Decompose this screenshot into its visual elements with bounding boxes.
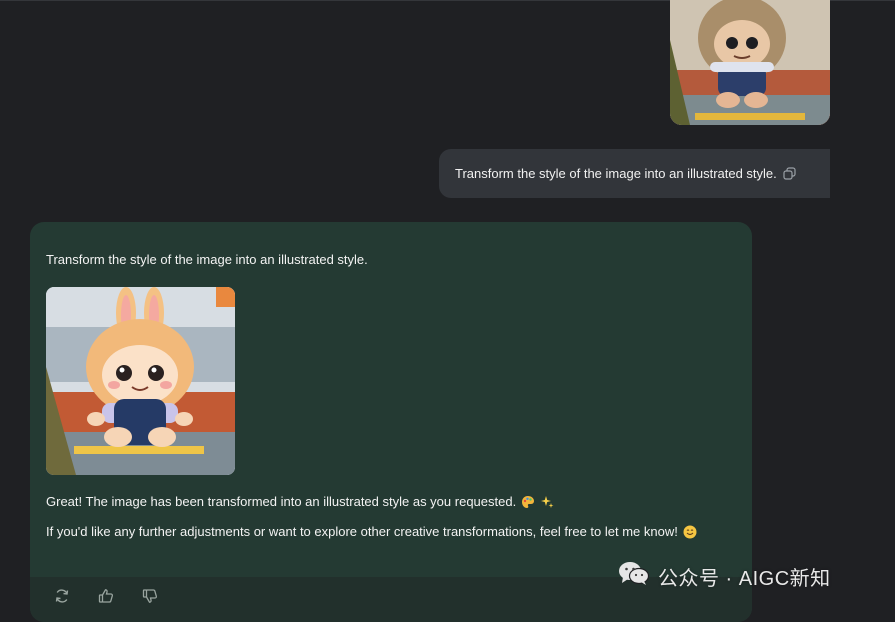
like-button[interactable] bbox=[95, 587, 117, 609]
thumbs-down-icon bbox=[142, 588, 158, 609]
assistant-prompt-echo: Transform the style of the image into an… bbox=[46, 252, 368, 267]
uploaded-photo[interactable] bbox=[670, 0, 830, 125]
wechat-icon bbox=[618, 560, 650, 592]
smile-emoji-icon bbox=[683, 525, 697, 539]
user-message-bubble: Transform the style of the image into an… bbox=[439, 149, 830, 198]
watermark: 公众号 · AIGC新知 bbox=[618, 560, 831, 592]
generated-illustration[interactable] bbox=[46, 287, 235, 475]
user-message-text: Transform the style of the image into an… bbox=[455, 166, 777, 181]
sparkles-emoji-icon bbox=[540, 495, 554, 509]
watermark-text: 公众号 · AIGC新知 bbox=[658, 567, 831, 590]
dislike-button[interactable] bbox=[139, 587, 161, 609]
copy-icon[interactable] bbox=[783, 167, 796, 180]
reply-text-1: Great! The image has been transformed in… bbox=[46, 494, 517, 509]
regenerate-button[interactable] bbox=[51, 587, 73, 609]
thumbs-up-icon bbox=[98, 588, 114, 609]
palette-emoji-icon bbox=[521, 495, 535, 509]
refresh-icon bbox=[54, 588, 70, 609]
assistant-reply-line-2: If you'd like any further adjustments or… bbox=[46, 524, 697, 539]
reply-text-2: If you'd like any further adjustments or… bbox=[46, 524, 678, 539]
assistant-reply-line-1: Great! The image has been transformed in… bbox=[46, 494, 554, 509]
